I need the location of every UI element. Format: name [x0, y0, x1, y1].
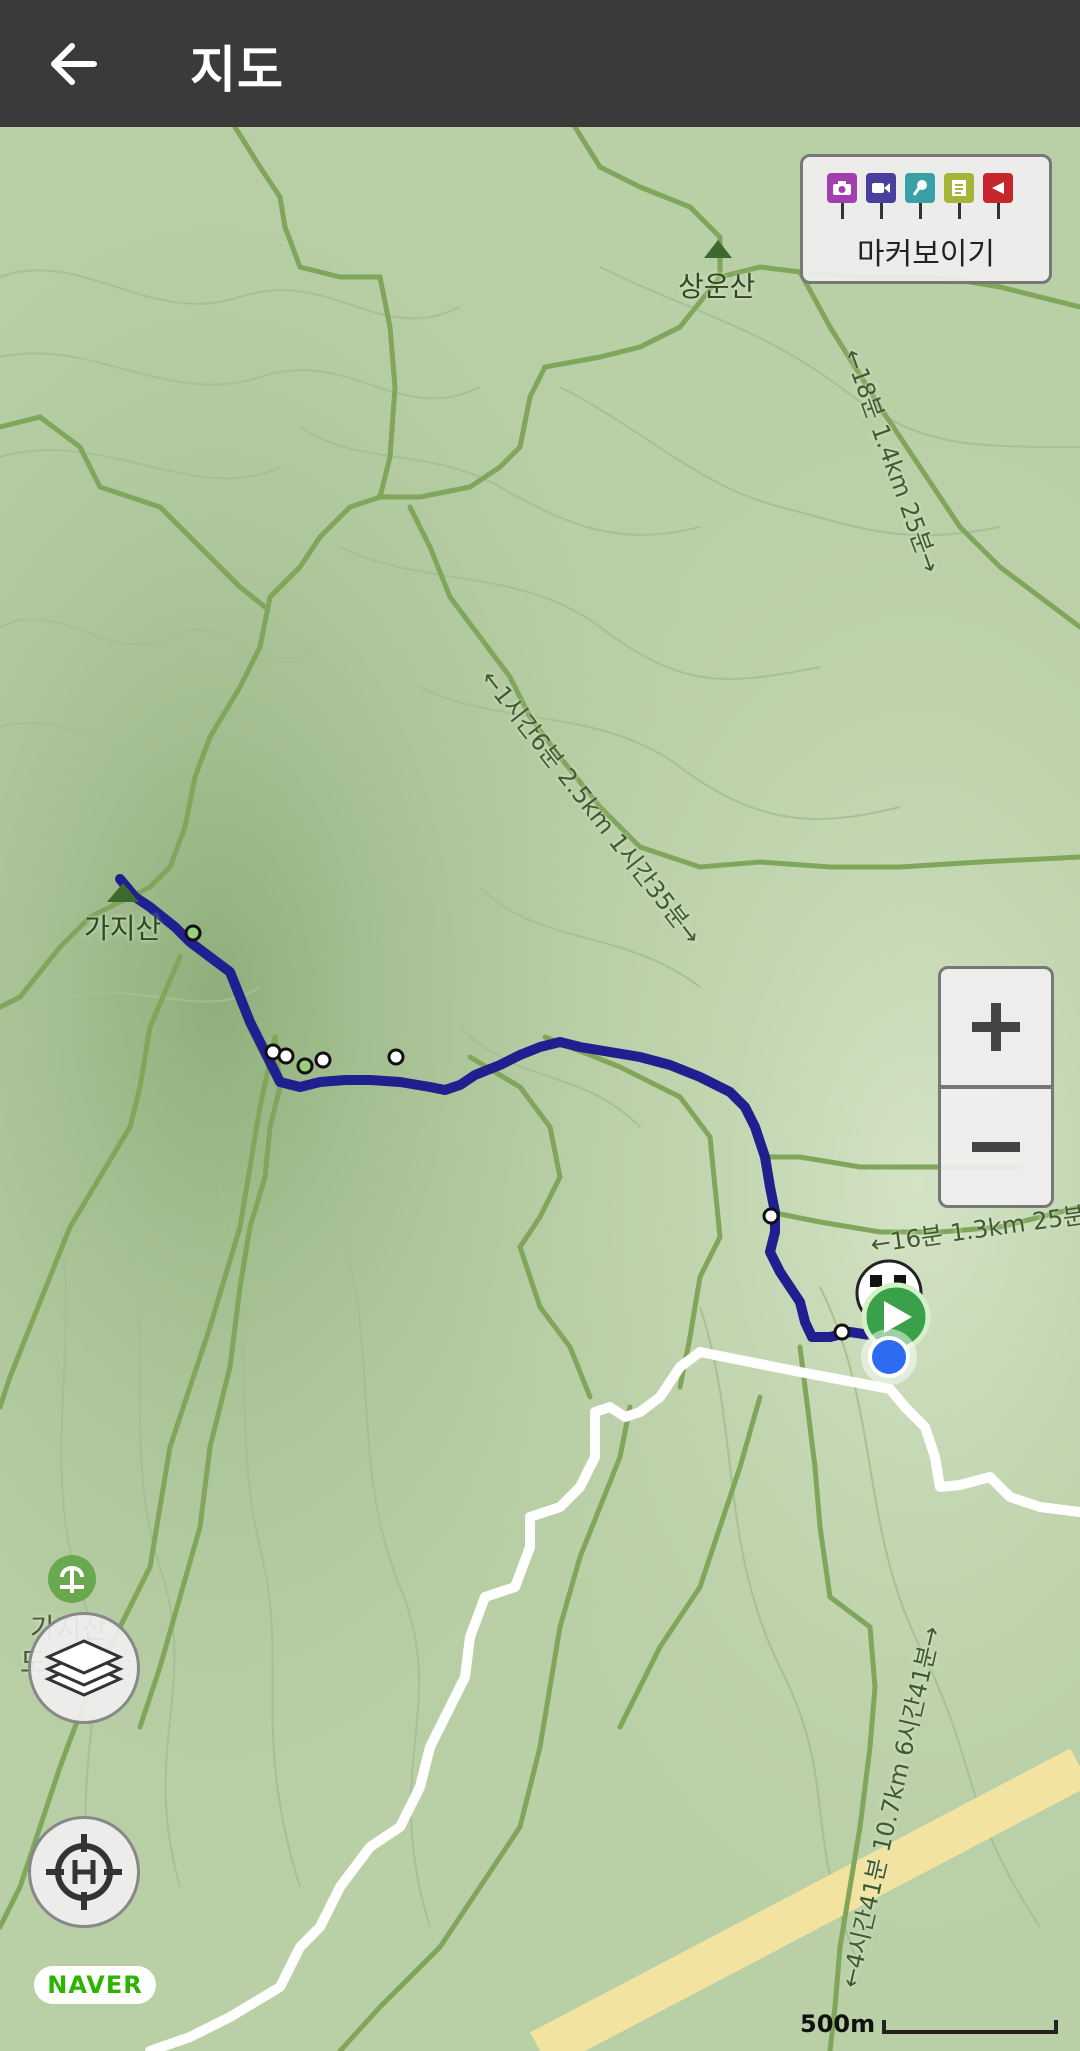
flag-icon	[983, 173, 1013, 219]
app-bar: 지도	[0, 0, 1080, 127]
back-button[interactable]	[36, 26, 112, 102]
marker-toggle-label: 마커보이기	[857, 237, 995, 272]
zoom-out-button[interactable]	[938, 1086, 1054, 1208]
zoom-in-button[interactable]	[938, 966, 1054, 1088]
layers-button[interactable]	[28, 1612, 140, 1724]
note-icon	[944, 173, 974, 219]
waypoint-dot	[296, 1057, 314, 1075]
marker-toggle-button[interactable]: 마커보이기	[800, 154, 1052, 284]
map-view[interactable]: 상운산 가지산 가지산 도 ←18분 1.4km 25분→ ←1시간6분 2.5…	[0, 127, 1080, 2051]
crosshair-icon	[46, 1834, 122, 1910]
marker-icon-row	[827, 173, 1013, 219]
waypoint-dot	[833, 1323, 851, 1341]
locate-button[interactable]	[28, 1816, 140, 1928]
peak-label-gajisan: 가지산	[84, 912, 162, 945]
current-location-icon	[861, 1329, 917, 1385]
layers-icon	[44, 1639, 124, 1697]
naver-logo: NAVER	[34, 1966, 156, 2004]
waypoint-dot	[184, 924, 202, 942]
microphone-icon	[905, 173, 935, 219]
minus-icon	[972, 1142, 1020, 1152]
video-icon	[866, 173, 896, 219]
camera-icon	[827, 173, 857, 219]
waypoint-dot	[314, 1051, 332, 1069]
arrow-back-icon	[51, 43, 97, 85]
plus-icon	[972, 1003, 1020, 1051]
waypoint-dot	[277, 1047, 295, 1065]
park-icon	[48, 1555, 96, 1603]
waypoint-dot	[762, 1207, 780, 1225]
page-title: 지도	[190, 41, 284, 99]
scale-label: 500m	[800, 2010, 876, 2038]
waypoint-dot	[387, 1048, 405, 1066]
peak-label-sangunsan: 상운산	[678, 270, 756, 303]
scale-bar	[882, 2020, 1058, 2034]
